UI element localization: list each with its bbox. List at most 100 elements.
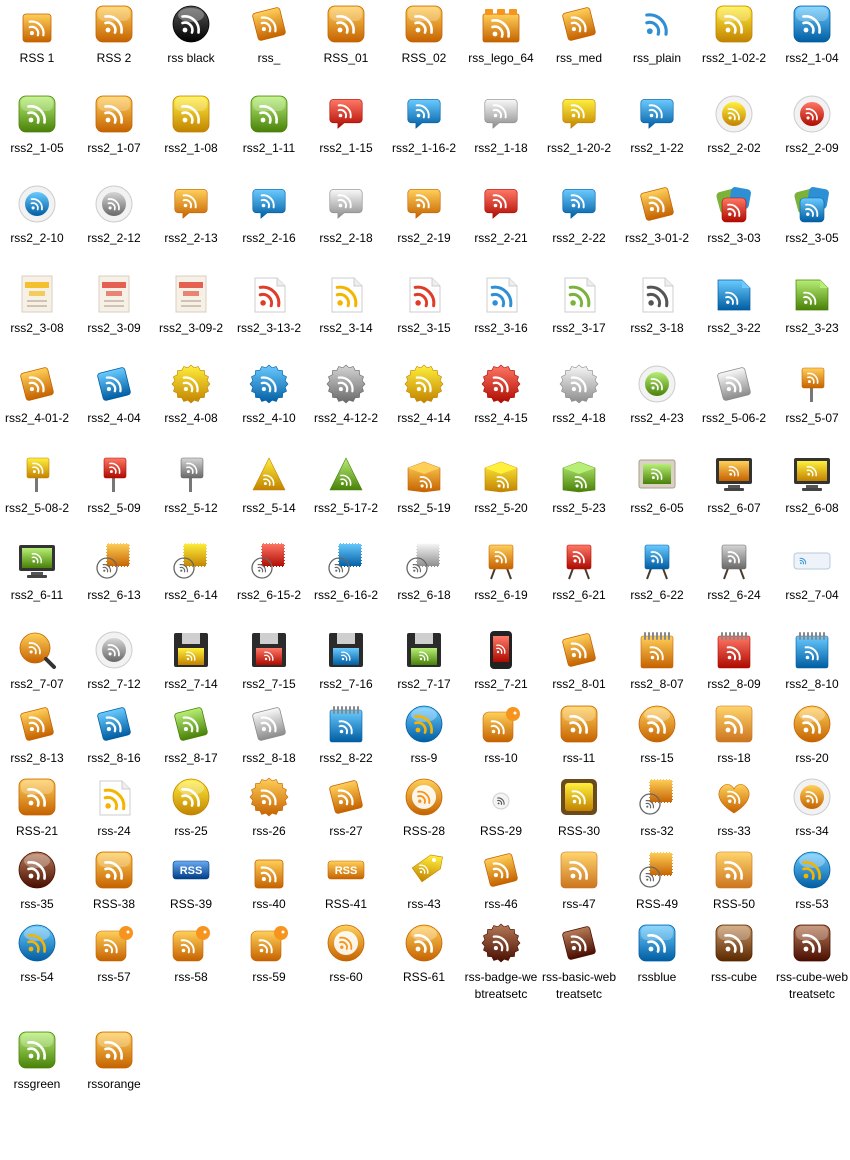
rss-icon [792, 4, 832, 44]
rss-icon [404, 704, 444, 744]
file-name-label: RSS-39 [169, 897, 213, 911]
file-name-label: rss2_4-01-2 [4, 411, 70, 425]
file-name-label: rss-60 [329, 970, 363, 984]
file-name-label: rss2_1-07 [87, 141, 141, 155]
file-name-label: RSS-41 [324, 897, 368, 911]
file-name-label: rss2_4-12-2 [313, 411, 379, 425]
file-name-label: rss2_2-12 [87, 231, 141, 245]
rss-icon [792, 364, 832, 404]
rss-icon [249, 184, 289, 224]
svg-text:RSS: RSS [180, 865, 203, 877]
file-name-label: rss2_3-18 [630, 321, 684, 335]
rss-icon [792, 850, 832, 890]
rss-icon [94, 541, 134, 581]
file-name-label: rss2_8-07 [630, 677, 684, 691]
file-name-label: rss2_2-16 [242, 231, 296, 245]
rss-icon [792, 94, 832, 134]
rss-icon [249, 454, 289, 494]
file-name-label: rss2_1-02-2 [701, 51, 767, 65]
rss-icon [249, 274, 289, 314]
file-name-label: rss2_3-15 [397, 321, 451, 335]
rss-icon [326, 94, 366, 134]
file-name-label: rss2_4-14 [397, 411, 451, 425]
file-name-label: rss2_1-16-2 [391, 141, 457, 155]
rss-icon [637, 923, 677, 963]
file-name-label: rss2_7-16 [319, 677, 373, 691]
rss-icon [249, 923, 289, 963]
rss-icon [94, 4, 134, 44]
file-name-label: rss-11 [562, 751, 596, 765]
file-name-label: rss2_7-21 [474, 677, 528, 691]
file-name-label: RSS 2 [96, 51, 132, 65]
file-name-label: rss2_2-22 [552, 231, 606, 245]
rss-icon [94, 364, 134, 404]
file-name-label: rssorange [87, 1077, 141, 1091]
file-name-label: rss2_5-09 [87, 501, 141, 515]
svg-text:RSS: RSS [335, 865, 358, 877]
rss-icon [94, 850, 134, 890]
file-name-label: rss2_5-12 [164, 501, 218, 515]
file-name-label: rss2_8-01 [552, 677, 606, 691]
rss-icon [326, 184, 366, 224]
rss-icon [17, 850, 57, 890]
rss-icon [714, 454, 754, 494]
file-name-label: rss2_8-18 [242, 751, 296, 765]
file-name-label: rss2_3-09-2 [158, 321, 224, 335]
rss-icon: RSS [171, 850, 211, 890]
rss-icon [94, 923, 134, 963]
rss-icon [326, 541, 366, 581]
file-name-label: rss-58 [174, 970, 208, 984]
rss-icon [171, 184, 211, 224]
rss-icon [637, 184, 677, 224]
file-name-label: RSS-50 [712, 897, 756, 911]
file-name-label: rss2_2-02 [707, 141, 761, 155]
rss-icon [94, 94, 134, 134]
file-name-label: rss2_6-16-2 [313, 588, 379, 602]
rss-icon [637, 704, 677, 744]
rss-icon [481, 184, 521, 224]
rss-icon [171, 364, 211, 404]
file-name-label: rss2_7-04 [785, 588, 839, 602]
file-name-label: rss2_6-15-2 [236, 588, 302, 602]
rss-icon [637, 454, 677, 494]
rss-icon [559, 274, 599, 314]
rss-icon [559, 94, 599, 134]
file-name-label: rss2_2-10 [10, 231, 64, 245]
rss-icon [481, 630, 521, 670]
file-name-label: rss2_4-08 [164, 411, 218, 425]
file-name-label: rss2_2-19 [397, 231, 451, 245]
file-name-label: rss2_3-22 [707, 321, 761, 335]
rss-icon [404, 454, 444, 494]
file-name-label: rss2_2-13 [164, 231, 218, 245]
rss-icon [637, 777, 677, 817]
file-name-label: rssblue [637, 970, 677, 984]
rss-icon [94, 630, 134, 670]
file-name-label: rss2_7-15 [242, 677, 296, 691]
file-name-label: rss2_2-18 [319, 231, 373, 245]
rss-icon [792, 777, 832, 817]
rss-icon [326, 274, 366, 314]
rss-icon [249, 704, 289, 744]
file-name-label: rss2_3-17 [552, 321, 606, 335]
file-name-label: rss-40 [252, 897, 286, 911]
file-name-label: rss2_1-04 [785, 51, 839, 65]
file-name-label: rss2_8-16 [87, 751, 141, 765]
rss-icon [171, 94, 211, 134]
file-name-label: rss2_3-23 [785, 321, 839, 335]
file-name-label: rss-46 [484, 897, 518, 911]
rss-icon [94, 184, 134, 224]
file-name-label: rss-33 [717, 824, 751, 838]
file-name-label: RSS-29 [479, 824, 523, 838]
rss-icon [404, 850, 444, 890]
rss-icon [326, 4, 366, 44]
rss-icon [171, 541, 211, 581]
file-name-label: rss-54 [20, 970, 54, 984]
rss-icon [792, 630, 832, 670]
file-name-label: rss2_1-18 [474, 141, 528, 155]
file-name-label: rss black [167, 51, 215, 65]
rss-icon [94, 777, 134, 817]
rss-icon [94, 274, 134, 314]
file-name-label: rss2_6-22 [630, 588, 684, 602]
rss-icon [17, 777, 57, 817]
file-name-label: rss_ [257, 51, 281, 65]
